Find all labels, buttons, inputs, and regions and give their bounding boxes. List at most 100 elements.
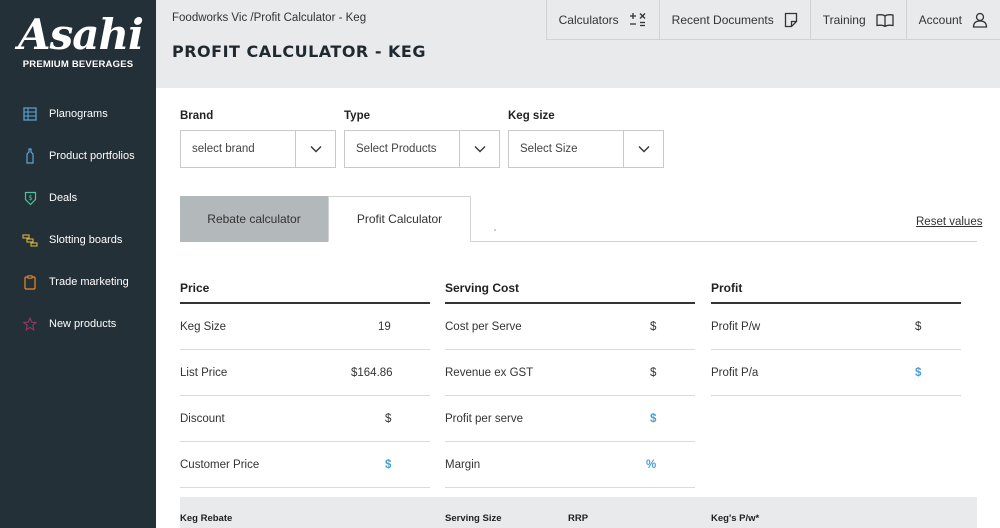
clipboard-icon <box>22 274 38 290</box>
user-icon <box>972 12 988 28</box>
price-row-customer-price: Customer Price $ <box>180 442 430 488</box>
book-icon <box>875 13 894 27</box>
account-button[interactable]: Account <box>907 0 1000 39</box>
star-icon <box>22 316 38 332</box>
grid-icon <box>22 106 38 122</box>
profit-heading: Profit <box>711 281 961 304</box>
account-label: Account <box>918 12 962 27</box>
keg-size-select-value: Select Size <box>520 143 578 155</box>
discount-value[interactable]: $ <box>385 413 391 425</box>
row-label: Revenue ex GST <box>445 366 534 379</box>
recent-documents-label: Recent Documents <box>671 12 774 27</box>
brand-label: Brand <box>180 110 214 122</box>
row-label: Customer Price <box>180 458 260 471</box>
brand-select[interactable]: select brand <box>180 130 336 168</box>
training-label: Training <box>822 12 866 27</box>
training-button[interactable]: Training <box>811 0 907 39</box>
logo-wordmark: Asahi <box>18 10 144 59</box>
row-label: Profit P/w <box>711 320 761 333</box>
rrp-label: RRP <box>568 513 589 524</box>
price-section: Price Keg Size 19 List Price $164.86 Dis… <box>180 281 430 488</box>
profit-pw-value: $ <box>915 320 922 333</box>
type-filter: Type Select Products <box>344 110 500 168</box>
logo-subtitle: PREMIUM BEVERAGES <box>22 59 134 70</box>
cost-per-serve-value: $ <box>650 320 657 333</box>
calculators-button[interactable]: Calculators <box>547 0 660 39</box>
price-row-discount: Discount $ <box>180 396 430 442</box>
sidebar: Asahi PREMIUM BEVERAGES Planograms Produ… <box>0 0 156 528</box>
serving-cost-section: Serving Cost Cost per Serve $ Revenue ex… <box>445 281 695 488</box>
serving-row-profit-per-serve: Profit per serve $ <box>445 396 695 442</box>
price-row-keg-size: Keg Size 19 <box>180 304 430 350</box>
profit-per-serve-value: $ <box>650 412 657 425</box>
divider-dot <box>494 229 496 231</box>
keg-rebate-label: Keg Rebate <box>180 513 233 524</box>
serving-row-margin: Margin % <box>445 442 695 488</box>
type-select[interactable]: Select Products <box>344 130 500 168</box>
keg-size-select[interactable]: Select Size <box>508 130 664 168</box>
row-label: Cost per Serve <box>445 320 522 333</box>
sidebar-item-deals[interactable]: $ Deals <box>0 177 156 219</box>
serving-row-cost-per-serve: Cost per Serve $ <box>445 304 695 350</box>
top-nav: Calculators Recent Documents Training Ac… <box>545 0 1000 40</box>
serving-row-revenue-ex-gst: Revenue ex GST $ <box>445 350 695 396</box>
chevron-down-icon[interactable] <box>295 131 335 167</box>
tab-rebate-calculator[interactable]: Rebate calculator <box>180 196 328 242</box>
recent-documents-button[interactable]: Recent Documents <box>660 0 811 39</box>
list-price-value[interactable]: $164.86 <box>351 367 393 379</box>
serving-cost-heading: Serving Cost <box>445 281 695 304</box>
document-icon <box>784 12 798 28</box>
sidebar-item-trade-marketing[interactable]: Trade marketing <box>0 261 156 303</box>
sidebar-item-label: Trade marketing <box>49 276 129 288</box>
sidebar-item-planograms[interactable]: Planograms <box>0 93 156 135</box>
bottle-icon <box>22 148 38 164</box>
keg-size-value[interactable]: 19 <box>378 321 391 333</box>
profit-section: Profit Profit P/w $ Profit P/a $ <box>711 281 961 396</box>
shield-dollar-icon: $ <box>22 190 38 206</box>
row-label: Margin <box>445 458 481 471</box>
sidebar-item-label: Planograms <box>49 108 108 120</box>
price-heading: Price <box>180 281 430 304</box>
row-label: Discount <box>180 412 225 425</box>
keg-size-filter: Keg size Select Size <box>508 110 664 168</box>
row-label: Keg Size <box>180 320 227 333</box>
calculator-icon <box>629 12 647 28</box>
kegs-pw-label: Keg's P/w* <box>711 513 760 524</box>
brand-select-value: select brand <box>192 143 255 155</box>
row-label: Profit P/a <box>711 366 759 379</box>
breadcrumb[interactable]: Foodworks Vic /Profit Calculator - Keg <box>172 12 366 24</box>
brand-filter: Brand select brand <box>180 110 336 168</box>
svg-text:$: $ <box>28 194 32 202</box>
tab-profit-calculator[interactable]: Profit Calculator <box>328 196 471 242</box>
type-select-value: Select Products <box>356 143 437 155</box>
sidebar-item-label: Slotting boards <box>49 234 123 246</box>
sidebar-item-slotting-boards[interactable]: Slotting boards <box>0 219 156 261</box>
row-label: List Price <box>180 366 228 379</box>
row-label: Profit per serve <box>445 412 523 425</box>
sidebar-item-new-products[interactable]: New products <box>0 303 156 345</box>
chevron-down-icon[interactable] <box>623 131 663 167</box>
header: Foodworks Vic /Profit Calculator - Keg P… <box>156 0 1000 88</box>
rebate-inputs-band: Keg Rebate Serving Size RRP Keg's P/w* <box>180 497 977 528</box>
sidebar-item-label: New products <box>49 318 117 330</box>
sidebar-nav: Planograms Product portfolios $ Deals Sl… <box>0 93 156 345</box>
steps-icon <box>22 232 38 248</box>
sidebar-item-label: Product portfolios <box>49 150 135 162</box>
serving-size-label: Serving Size <box>445 513 502 524</box>
asahi-logo[interactable]: Asahi PREMIUM BEVERAGES <box>18 10 144 76</box>
profit-pa-value: $ <box>915 366 922 379</box>
keg-size-label: Keg size <box>508 110 555 122</box>
sidebar-item-label: Deals <box>49 192 78 204</box>
revenue-ex-gst-value: $ <box>650 366 657 379</box>
margin-value: % <box>646 458 657 471</box>
price-row-list-price: List Price $164.86 <box>180 350 430 396</box>
reset-values-link[interactable]: Reset values <box>916 216 982 228</box>
type-label: Type <box>344 110 370 122</box>
chevron-down-icon[interactable] <box>459 131 499 167</box>
profit-row-pw: Profit P/w $ <box>711 304 961 350</box>
calculators-label: Calculators <box>558 12 619 27</box>
page-title: PROFIT CALCULATOR - KEG <box>172 42 426 61</box>
customer-price-value: $ <box>385 458 392 471</box>
profit-row-pa: Profit P/a $ <box>711 350 961 396</box>
sidebar-item-product-portfolios[interactable]: Product portfolios <box>0 135 156 177</box>
